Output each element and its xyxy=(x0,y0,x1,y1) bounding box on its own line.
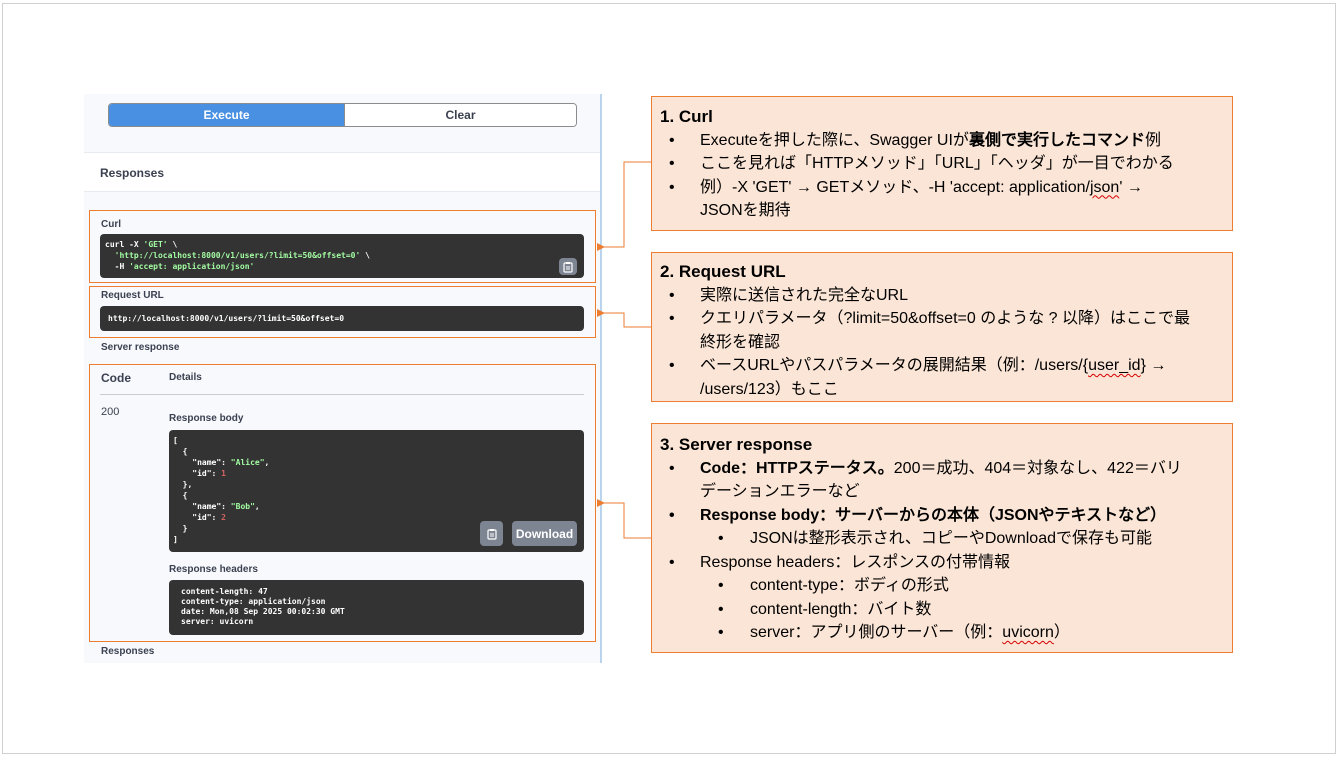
server-response-label: Server response xyxy=(101,342,180,353)
request-url-callout: 2. Request URL 実際に送信された完全なURL クエリパラメータ（?… xyxy=(651,252,1233,402)
footer-responses-heading: Responses xyxy=(101,646,155,657)
request-url-callout-title: 2. Request URL xyxy=(660,262,786,281)
callout-sub-bullet: content-type：ボディの形式 xyxy=(660,574,1224,598)
callout-bullet: 実際に送信された完全なURL xyxy=(660,284,1224,308)
callout-bullet: Executeを押した際に、Swagger UIが裏側で実行したコマンド例 xyxy=(660,129,1224,153)
callout-sub-bullet: JSONは整形表示され、コピーやDownloadで保存も可能 xyxy=(660,527,1224,551)
callout-sub-bullet: content-length：バイト数 xyxy=(660,598,1224,622)
execute-clear-group: Execute Clear xyxy=(108,103,577,127)
curl-callout: 1. Curl Executeを押した際に、Swagger UIが裏側で実行した… xyxy=(651,96,1233,231)
callout-bullet: クエリパラメータ（?limit=50&offset=0 のような ? 以降）はこ… xyxy=(660,307,1224,354)
callout-bullet: 例）-X 'GET' → GETメソッド、-H 'accept: applica… xyxy=(660,176,1224,223)
curl-callout-title: 1. Curl xyxy=(660,107,713,126)
server-response-callout: 3. Server response Code：HTTPステータス。200＝成功… xyxy=(651,423,1233,653)
callout-bullet: ベースURLやパスパラメータの展開結果（例：/users/{user_id} →… xyxy=(660,354,1224,401)
callout-bullet: Response body：サーバーからの本体（JSONやテキストなど） xyxy=(660,504,1224,528)
callout-sub-bullet: server：アプリ側のサーバー（例：uvicorn） xyxy=(660,621,1224,645)
server-response-highlight xyxy=(89,364,596,642)
callout-bullet: ここを見れば「HTTPメソッド」「URL」「ヘッダ」が一目でわかる xyxy=(660,152,1224,176)
request-url-highlight xyxy=(89,286,596,338)
callout-bullet: Response headers：レスポンスの付帯情報 xyxy=(660,551,1224,575)
curl-highlight xyxy=(89,210,596,283)
clear-button[interactable]: Clear xyxy=(344,104,576,126)
callout-bullet: Code：HTTPステータス。200＝成功、404＝対象なし、422＝バリデーシ… xyxy=(660,457,1224,504)
responses-heading: Responses xyxy=(100,166,165,180)
execute-button[interactable]: Execute xyxy=(109,104,344,126)
server-response-callout-title: 3. Server response xyxy=(660,435,813,454)
responses-header: Responses xyxy=(84,152,600,192)
